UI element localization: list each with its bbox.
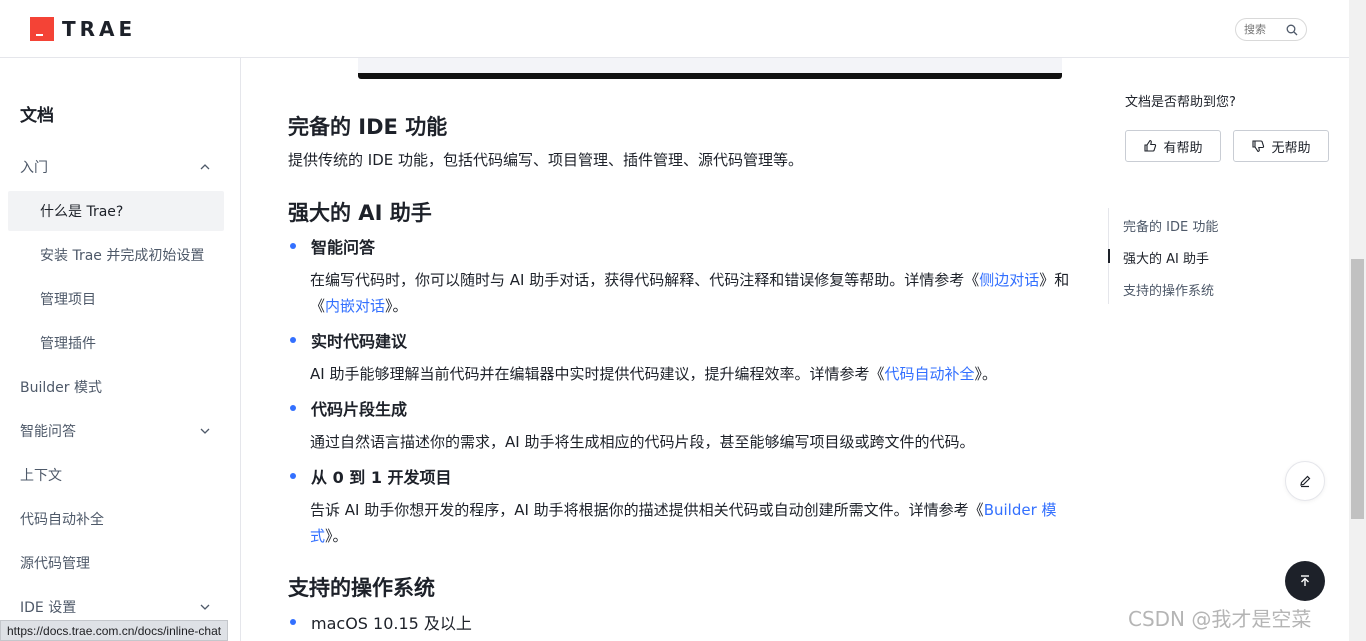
chevron-down-icon [200,604,210,610]
bullet-dot [290,619,296,625]
page-scrollbar-thumb[interactable] [1351,259,1364,519]
not-helpful-label: 无帮助 [1271,140,1311,156]
docs-sidebar: 文档 入门 什么是 Trae? 安装 Trae 并完成初始设置 管理项目 管理插… [0,58,241,641]
thumbs-down-icon [1252,140,1265,153]
list-item: 实时代码建议 [290,328,407,352]
sidebar-item-label: 什么是 Trae? [40,204,124,220]
desc-text: 》。 [974,365,997,383]
sidebar-item-label: 代码自动补全 [20,512,104,528]
list-item: macOS 10.15 及以上 [290,610,472,634]
edit-button[interactable] [1285,461,1325,501]
chevron-up-icon [200,164,210,170]
helpful-button[interactable]: 有帮助 [1125,130,1221,162]
bullet-description: 告诉 AI 助手你想开发的程序，AI 助手将根据你的描述提供相关代码或自动创建所… [310,497,1070,549]
sidebar-item-builder-mode[interactable]: Builder 模式 [8,367,224,407]
bullet-dot [290,337,296,343]
desc-text: 》。 [385,297,408,315]
csdn-watermark: CSDN @我才是空菜 [1128,607,1312,631]
desc-text: 通过自然语言描述你的需求，AI 助手将生成相应的代码片段，甚至能够编写项目级或跨… [310,433,975,451]
search-icon [1286,24,1298,35]
list-item: 从 0 到 1 开发项目 [290,464,452,488]
search-input[interactable] [1244,23,1284,36]
desc-text: 》。 [325,527,348,545]
table-of-contents: 完备的 IDE 功能 强大的 AI 助手 支持的操作系统 [1108,208,1218,304]
sidebar-item-install[interactable]: 安装 Trae 并完成初始设置 [8,235,224,275]
status-bar-url: https://docs.trae.com.cn/docs/inline-cha… [0,620,229,641]
sidebar-item-label: 上下文 [20,468,62,484]
bullet-description: AI 助手能够理解当前代码并在编辑器中实时提供代码建议，提升编程效率。详情参考《… [310,361,1070,387]
sidebar-item-label: 管理插件 [40,336,96,352]
bullet-description: 通过自然语言描述你的需求，AI 助手将生成相应的代码片段，甚至能够编写项目级或跨… [310,429,1070,455]
sidebar-item-context[interactable]: 上下文 [8,455,224,495]
desc-text: 在编写代码时，你可以随时与 AI 助手对话，获得代码解释、代码注释和错误修复等帮… [310,271,980,289]
sidebar-item-label: 入门 [20,160,48,176]
sidebar-item-label: 智能问答 [20,424,76,440]
list-item: 代码片段生成 [290,396,407,420]
logo-mark-icon [30,17,54,41]
sidebar-item-label: 源代码管理 [20,556,90,572]
link-inline-chat[interactable]: 内嵌对话 [325,297,385,315]
logo-text: TRAE [62,17,137,41]
sidebar-title: 文档 [20,106,54,126]
search-box[interactable] [1235,18,1307,41]
sidebar-item-label: 管理项目 [40,292,96,308]
sidebar-item-label: 安装 Trae 并完成初始设置 [40,248,205,264]
thumbs-up-icon [1144,139,1157,152]
link-code-completion[interactable]: 代码自动补全 [884,365,974,383]
desc-text: AI 助手能够理解当前代码并在编辑器中实时提供代码建议，提升编程效率。详情参考《 [310,365,885,383]
sidebar-item-code-completion[interactable]: 代码自动补全 [8,499,224,539]
sidebar-item-manage-plugins[interactable]: 管理插件 [8,323,224,363]
sidebar-item-label: Builder 模式 [20,380,102,396]
list-item: 智能问答 [290,234,375,258]
bullet-title: 从 0 到 1 开发项目 [311,468,452,487]
sidebar-item-label: IDE 设置 [20,600,77,616]
bullet-title: 智能问答 [311,238,376,257]
section-text-ide-features: 提供传统的 IDE 功能，包括代码编写、项目管理、插件管理、源代码管理等。 [288,151,803,169]
sidebar-item-manage-projects[interactable]: 管理项目 [8,279,224,319]
top-header: TRAE [0,0,1366,58]
bullet-title: 代码片段生成 [311,400,408,419]
sidebar-item-smart-qa[interactable]: 智能问答 [8,411,224,451]
main-content: 完备的 IDE 功能 提供传统的 IDE 功能，包括代码编写、项目管理、插件管理… [241,58,1101,641]
arrow-up-to-top-icon [1301,575,1309,586]
sidebar-item-what-is-trae[interactable]: 什么是 Trae? [8,191,224,231]
feedback-question: 文档是否帮助到您? [1125,95,1236,110]
bullet-dot [290,405,296,411]
bullet-dot [290,243,296,249]
toc-item-ide-features[interactable]: 完备的 IDE 功能 [1123,216,1218,235]
section-title-ide-features: 完备的 IDE 功能 [288,115,448,139]
sidebar-item-getting-started[interactable]: 入门 [8,147,224,187]
code-block-edge [358,58,1062,79]
chevron-down-icon [200,428,210,434]
not-helpful-button[interactable]: 无帮助 [1233,130,1329,162]
trae-logo[interactable]: TRAE [30,17,136,41]
bullet-dot [290,473,296,479]
sidebar-item-source-control[interactable]: 源代码管理 [8,543,224,583]
section-title-ai-assistant: 强大的 AI 助手 [288,201,432,225]
back-to-top-button[interactable] [1285,561,1325,601]
link-side-chat[interactable]: 侧边对话 [979,271,1039,289]
pencil-icon [1300,475,1311,488]
os-item: macOS 10.15 及以上 [311,614,472,633]
toc-item-ai-assistant[interactable]: 强大的 AI 助手 [1123,248,1209,267]
toc-item-supported-os[interactable]: 支持的操作系统 [1123,280,1214,299]
toc-active-marker [1108,249,1110,263]
helpful-label: 有帮助 [1163,140,1203,156]
section-title-supported-os: 支持的操作系统 [288,576,435,600]
desc-text: 告诉 AI 助手你想开发的程序，AI 助手将根据你的描述提供相关代码或自动创建所… [310,501,984,519]
bullet-description: 在编写代码时，你可以随时与 AI 助手对话，获得代码解释、代码注释和错误修复等帮… [310,267,1070,319]
bullet-title: 实时代码建议 [311,332,408,351]
